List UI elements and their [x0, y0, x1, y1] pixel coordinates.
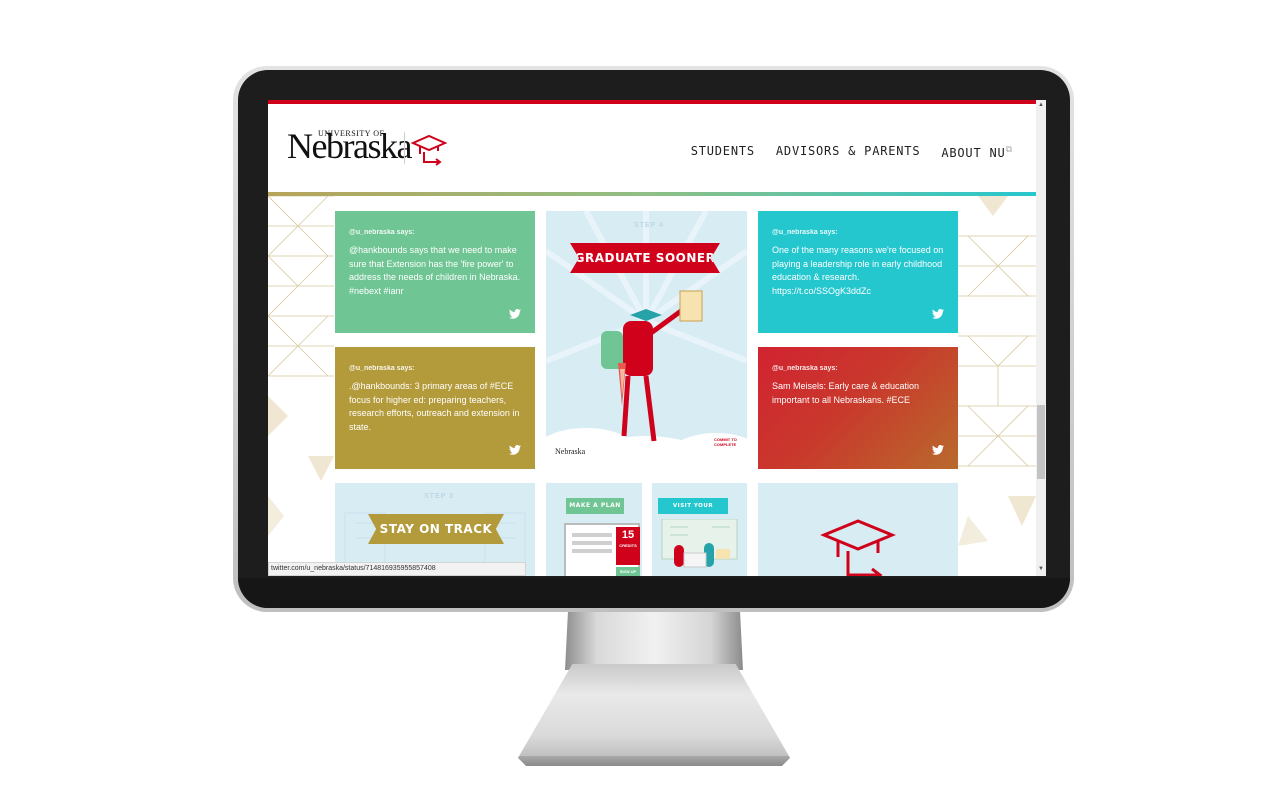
graduate-sooner-banner: GRADUATE SOONER — [570, 243, 720, 273]
sign-up-button: SIGN UP — [616, 567, 640, 576]
tweet-text: Sam Meisels: Early care & education impo… — [772, 381, 920, 405]
nav-advisors-parents[interactable]: ADVISORS & PARENTS — [776, 144, 920, 162]
tweet-user: @u_nebraska says: — [349, 365, 415, 372]
tweet-text: @hankbounds says that we need to make su… — [349, 245, 521, 296]
university-logo[interactable]: Nebraska — [287, 128, 412, 164]
link-status-bar: twitter.com/u_nebraska/status/7148169359… — [268, 562, 526, 576]
tweet-card[interactable]: @u_nebraska says: @hankbounds says that … — [335, 211, 535, 333]
tweet-text: .@hankbounds: 3 primary areas of #ECE fo… — [349, 381, 520, 432]
twitter-icon[interactable] — [932, 445, 944, 455]
tweet-user: @u_nebraska says: — [349, 229, 415, 236]
scroll-up-arrow-icon[interactable]: ▲ — [1038, 102, 1044, 108]
visit-advisor-image[interactable]: VISIT YOUR ADVISOR — [652, 483, 747, 576]
credits-number: 15 — [621, 529, 635, 541]
graduation-cap-icon — [820, 519, 896, 576]
plan-line — [572, 549, 612, 553]
monitor-chin — [238, 578, 1070, 608]
stay-on-track-banner: STAY ON TRACK — [368, 514, 504, 544]
tweet-user: @u_nebraska says: — [772, 229, 838, 236]
monitor-stand-base — [518, 664, 790, 766]
logo-divider — [404, 132, 405, 164]
tweet-text: One of the many reasons we're focused on… — [772, 245, 944, 296]
browser-screen: UNIVERSITY OF Nebraska STUDENTS ADVISORS… — [268, 100, 1046, 576]
commit-to-complete-logo-tile[interactable] — [758, 483, 958, 576]
credits-unit: CREDITS — [619, 543, 637, 548]
twitter-icon[interactable] — [509, 309, 521, 319]
nav-about-nu[interactable]: ABOUT NU⧉ — [941, 144, 1012, 162]
nav-about-nu-label: ABOUT NU — [941, 146, 1006, 160]
twitter-icon[interactable] — [932, 309, 944, 319]
tweet-card[interactable]: @u_nebraska says: .@hankbounds: 3 primar… — [335, 347, 535, 469]
make-a-plan-image[interactable]: MAKE A PLAN 15 CREDITS SIGN UP — [546, 483, 642, 576]
nebraska-wordmark: Nebraska — [555, 447, 586, 456]
step-label: STEP 3 — [424, 493, 454, 500]
scrollbar-thumb[interactable] — [1037, 405, 1045, 479]
twitter-icon[interactable] — [509, 445, 521, 455]
social-grid: @u_nebraska says: @hankbounds says that … — [268, 196, 1036, 576]
tweet-user: @u_nebraska says: — [772, 365, 838, 372]
step4-graduate-sooner-image[interactable]: STEP 4 GRADUATE SOONER Nebraska COMMIT T… — [546, 211, 747, 469]
site-header: UNIVERSITY OF Nebraska STUDENTS ADVISORS… — [268, 104, 1036, 192]
main-nav: STUDENTS ADVISORS & PARENTS ABOUT NU⧉ — [691, 144, 1012, 162]
commit-to-complete-badge: COMMIT TO COMPLETE — [714, 437, 737, 447]
tweet-card[interactable]: @u_nebraska says: Sam Meisels: Early car… — [758, 347, 958, 469]
make-a-plan-banner: MAKE A PLAN — [566, 498, 624, 514]
tweet-card[interactable]: @u_nebraska says: One of the many reason… — [758, 211, 958, 333]
step-label: STEP 4 — [634, 222, 664, 229]
advisor-illustration — [661, 519, 738, 568]
background-triangle-pattern-right — [958, 196, 1036, 546]
visit-advisor-banner: VISIT YOUR ADVISOR — [658, 498, 728, 525]
plan-card: 15 CREDITS SIGN UP — [564, 523, 640, 576]
external-link-icon: ⧉ — [1005, 144, 1012, 154]
plan-line — [572, 533, 612, 537]
nav-students[interactable]: STUDENTS — [691, 144, 755, 162]
vertical-scrollbar[interactable]: ▲ ▼ — [1036, 100, 1046, 576]
background-triangle-pattern-left — [268, 196, 334, 536]
credits-badge: 15 CREDITS — [616, 527, 640, 565]
scroll-down-arrow-icon[interactable]: ▼ — [1038, 566, 1044, 572]
graduation-cap-icon[interactable] — [410, 134, 448, 166]
plan-line — [572, 541, 612, 545]
